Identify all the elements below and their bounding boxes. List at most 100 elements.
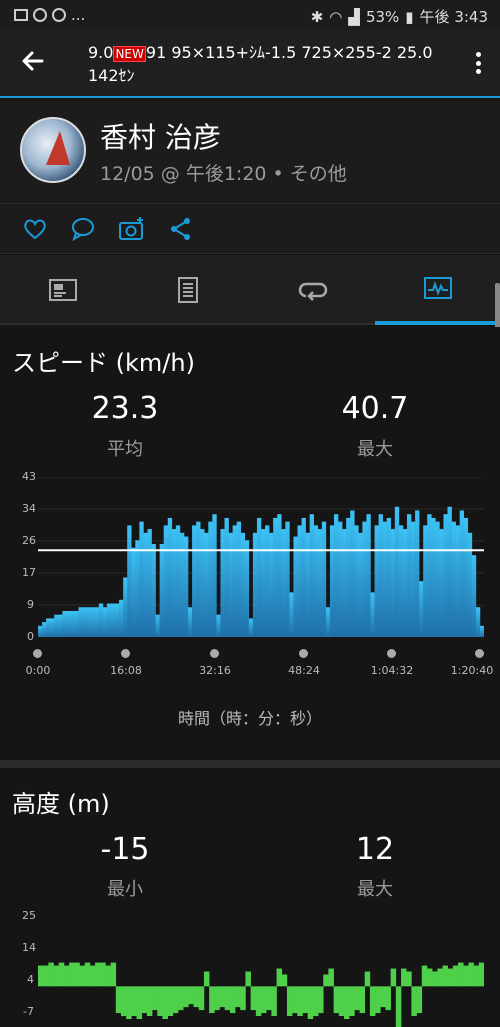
speed-bar xyxy=(411,521,416,637)
speed-bar xyxy=(240,532,246,637)
speed-bar xyxy=(216,614,221,637)
charts-graph-icon xyxy=(423,277,452,299)
elevation-bar xyxy=(333,986,340,1014)
comment-bubble-icon[interactable] xyxy=(70,216,96,242)
elevation-bar xyxy=(219,986,225,1008)
tab-details[interactable] xyxy=(125,255,250,325)
speed-bar xyxy=(277,514,282,637)
speed-bar xyxy=(98,603,104,637)
elevation-bar xyxy=(266,986,272,1011)
elevation-max-value: 12 xyxy=(355,832,395,867)
tab-overview[interactable] xyxy=(0,255,125,325)
elevation-min-label: 最小 xyxy=(107,879,143,900)
speed-bar xyxy=(228,532,233,637)
elevation-bar xyxy=(136,986,143,1019)
elevation-bar xyxy=(162,986,168,1019)
x-tick-dot xyxy=(475,649,484,658)
speed-bar xyxy=(358,532,363,637)
avatar[interactable] xyxy=(20,117,86,183)
image-notification-icon xyxy=(14,9,28,21)
speed-bar xyxy=(273,517,278,637)
elevation-bar xyxy=(380,986,386,1008)
elevation-bar xyxy=(463,965,469,987)
user-name[interactable]: 香村 治彦 xyxy=(100,116,221,156)
tab-laps[interactable] xyxy=(250,255,375,325)
speed-chart[interactable] xyxy=(38,477,484,637)
speed-bar xyxy=(90,607,96,637)
speed-bar xyxy=(183,536,189,637)
speed-bar xyxy=(346,517,351,637)
elevation-bar xyxy=(421,965,428,987)
elevation-bar xyxy=(297,986,303,1017)
elevation-bar xyxy=(240,986,246,1011)
elev-ytick: 4 xyxy=(27,973,34,986)
speed-bar xyxy=(62,610,67,637)
x-tick-dot xyxy=(33,649,42,658)
elevation-bar xyxy=(79,965,85,987)
speed-xtick: 1:04:32 xyxy=(370,664,414,677)
speed-bar xyxy=(406,514,412,637)
speed-bar xyxy=(119,599,124,637)
speed-bar xyxy=(293,536,298,637)
speed-bar xyxy=(325,607,331,637)
speed-bar xyxy=(394,506,400,637)
speed-bar xyxy=(127,525,132,637)
status-bar: ... ✱ ◠ ▟ 53% ▮ 午後 3:43 xyxy=(0,0,500,30)
activity-meta: 12/05 @ 午後1:20 • その他 xyxy=(100,163,347,185)
elevation-bar xyxy=(63,965,70,987)
speed-bar xyxy=(58,614,63,637)
elevation-bar xyxy=(255,986,262,1017)
sync-icon-2 xyxy=(52,8,66,22)
clock: 午後 3:43 xyxy=(419,8,488,26)
elevation-bar xyxy=(245,971,251,987)
speed-bar xyxy=(139,521,144,637)
speed-bar xyxy=(390,529,396,637)
speed-bar xyxy=(463,517,469,637)
elevation-bar xyxy=(281,974,288,987)
speed-bar xyxy=(362,521,367,637)
laps-loop-icon xyxy=(298,282,327,301)
add-photo-icon[interactable] xyxy=(118,216,144,242)
x-tick-dot xyxy=(210,649,219,658)
tab-charts[interactable] xyxy=(375,255,500,325)
elevation-bar xyxy=(89,965,96,987)
elevation-bar xyxy=(364,971,371,987)
elevation-bar xyxy=(126,986,132,1019)
elevation-bar xyxy=(198,986,205,1011)
elevation-bar xyxy=(146,986,153,1017)
elevation-bar xyxy=(375,986,381,1014)
more-notifications: ... xyxy=(71,6,86,24)
elevation-bar xyxy=(385,986,391,1011)
elevation-bar xyxy=(426,968,433,987)
speed-bar xyxy=(147,529,152,637)
speed-max-label: 最大 xyxy=(357,439,393,460)
new-badge: NEW xyxy=(113,46,146,62)
elevation-bar xyxy=(307,986,314,1019)
speed-bar xyxy=(439,529,444,637)
like-heart-icon[interactable] xyxy=(22,216,48,242)
title-line-2: 142ｾﾝ xyxy=(88,66,135,85)
elevation-bar xyxy=(53,965,60,987)
overflow-menu-icon[interactable] xyxy=(470,48,486,78)
share-icon[interactable] xyxy=(168,216,194,242)
speed-bar xyxy=(386,517,392,637)
speed-bar xyxy=(106,603,112,637)
elevation-bar xyxy=(349,986,355,1017)
elevation-bar xyxy=(395,986,402,1027)
tab-bar xyxy=(0,255,500,325)
elevation-chart[interactable] xyxy=(38,916,484,1027)
battery-icon: ▮ xyxy=(405,7,414,26)
elevation-bar xyxy=(473,965,480,987)
back-arrow-icon[interactable] xyxy=(18,46,52,80)
elevation-bar xyxy=(214,986,220,1011)
elev-ytick: 25 xyxy=(22,909,36,922)
elevation-bar xyxy=(447,968,454,987)
x-axis-title: 時間（時：分：秒） xyxy=(177,709,322,728)
speed-bar xyxy=(479,625,484,637)
elevation-bar xyxy=(115,986,122,1014)
elevation-bar xyxy=(48,962,54,987)
speed-bar xyxy=(192,525,197,637)
overview-flag-icon xyxy=(48,279,77,301)
speed-bar xyxy=(232,525,237,637)
speed-bar xyxy=(252,532,258,637)
